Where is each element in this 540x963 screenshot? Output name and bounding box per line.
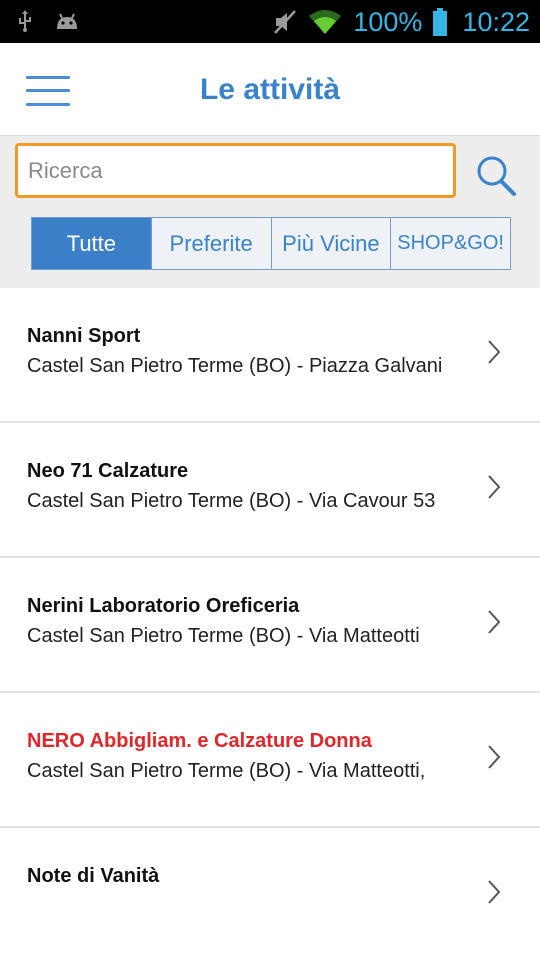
list-item[interactable]: Neo 71 Calzature Castel San Pietro Terme… <box>0 423 540 558</box>
mute-icon <box>274 10 297 34</box>
clock: 10:22 <box>462 6 530 37</box>
app-bar: Le attività <box>0 43 540 136</box>
status-left-icons <box>18 10 80 32</box>
item-address: Castel San Pietro Terme (BO) - Via Matte… <box>27 625 420 647</box>
item-address: Castel San Pietro Terme (BO) - Via Matte… <box>27 760 426 782</box>
list-item[interactable]: Nanni Sport Castel San Pietro Terme (BO)… <box>0 288 540 423</box>
item-title: NERO Abbigliam. e Calzature Donna <box>27 730 372 752</box>
tab-piu-vicine[interactable]: Più Vicine <box>271 218 392 269</box>
chevron-right-icon <box>488 610 501 634</box>
business-list: Nanni Sport Castel San Pietro Terme (BO)… <box>0 288 540 963</box>
wifi-icon <box>309 10 342 34</box>
usb-icon <box>19 10 31 32</box>
list-item[interactable]: Note di Vanità <box>0 828 540 963</box>
battery-icon <box>433 8 448 36</box>
list-item[interactable]: NERO Abbigliam. e Calzature Donna Castel… <box>0 693 540 828</box>
item-title: Nanni Sport <box>27 325 141 347</box>
search-button[interactable] <box>474 154 518 198</box>
item-title: Nerini Laboratorio Oreficeria <box>27 595 300 617</box>
tab-tutte[interactable]: Tutte <box>32 218 152 269</box>
item-title: Note di Vanità <box>27 865 160 887</box>
search-panel: Tutte Preferite Più Vicine SHOP&GO! <box>0 136 540 288</box>
android-icon <box>57 13 77 29</box>
search-input[interactable] <box>15 143 456 198</box>
chevron-right-icon <box>488 340 501 364</box>
page-title: Le attività <box>199 73 341 106</box>
chevron-right-icon <box>488 745 501 769</box>
status-right: 100% 10:22 <box>273 6 530 38</box>
item-title: Neo 71 Calzature <box>27 460 189 482</box>
filter-tabs: Tutte Preferite Più Vicine SHOP&GO! <box>31 217 511 270</box>
status-bar: 100% 10:22 <box>0 0 540 43</box>
list-item[interactable]: Nerini Laboratorio Oreficeria Castel San… <box>0 558 540 693</box>
item-address: Castel San Pietro Terme (BO) - Piazza Ga… <box>27 355 443 377</box>
item-address: Castel San Pietro Terme (BO) - Via Cavou… <box>27 490 436 512</box>
tab-shop-and-go[interactable]: SHOP&GO! <box>391 218 510 269</box>
chevron-right-icon <box>488 475 501 499</box>
chevron-right-icon <box>488 880 501 904</box>
battery-percent: 100% <box>353 6 423 37</box>
tab-preferite[interactable]: Preferite <box>151 218 272 269</box>
search-icon <box>477 156 516 196</box>
